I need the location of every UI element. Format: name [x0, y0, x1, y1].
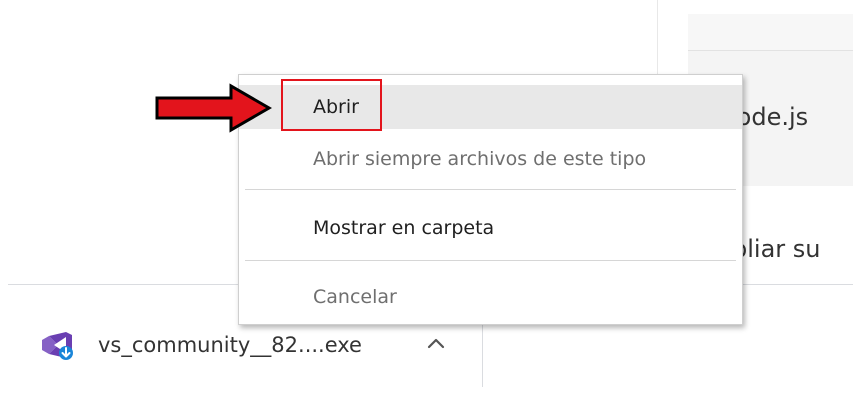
menu-item-cancelar[interactable]: Cancelar — [239, 275, 742, 319]
screen: lode.js pliar su vs_community__82....exe… — [0, 0, 853, 394]
download-file-name: vs_community__82....exe — [98, 333, 362, 357]
menu-item-abrir-siempre[interactable]: Abrir siempre archivos de este tipo — [239, 137, 742, 181]
page-text-ampliar: pliar su — [732, 235, 821, 263]
menu-item-mostrar-en-carpeta[interactable]: Mostrar en carpeta — [239, 206, 742, 250]
annotation-arrow-icon — [153, 82, 273, 134]
chevron-up-icon[interactable] — [423, 330, 449, 356]
page-card-header — [688, 14, 853, 50]
menu-item-label: Mostrar en carpeta — [313, 217, 495, 239]
annotation-highlight-box — [281, 79, 382, 131]
menu-separator — [245, 260, 736, 261]
download-item[interactable]: vs_community__82....exe — [40, 325, 362, 365]
menu-separator — [245, 189, 736, 190]
visual-studio-icon — [40, 330, 74, 360]
menu-item-label: Abrir siempre archivos de este tipo — [313, 148, 647, 170]
menu-item-label: Cancelar — [313, 286, 397, 308]
